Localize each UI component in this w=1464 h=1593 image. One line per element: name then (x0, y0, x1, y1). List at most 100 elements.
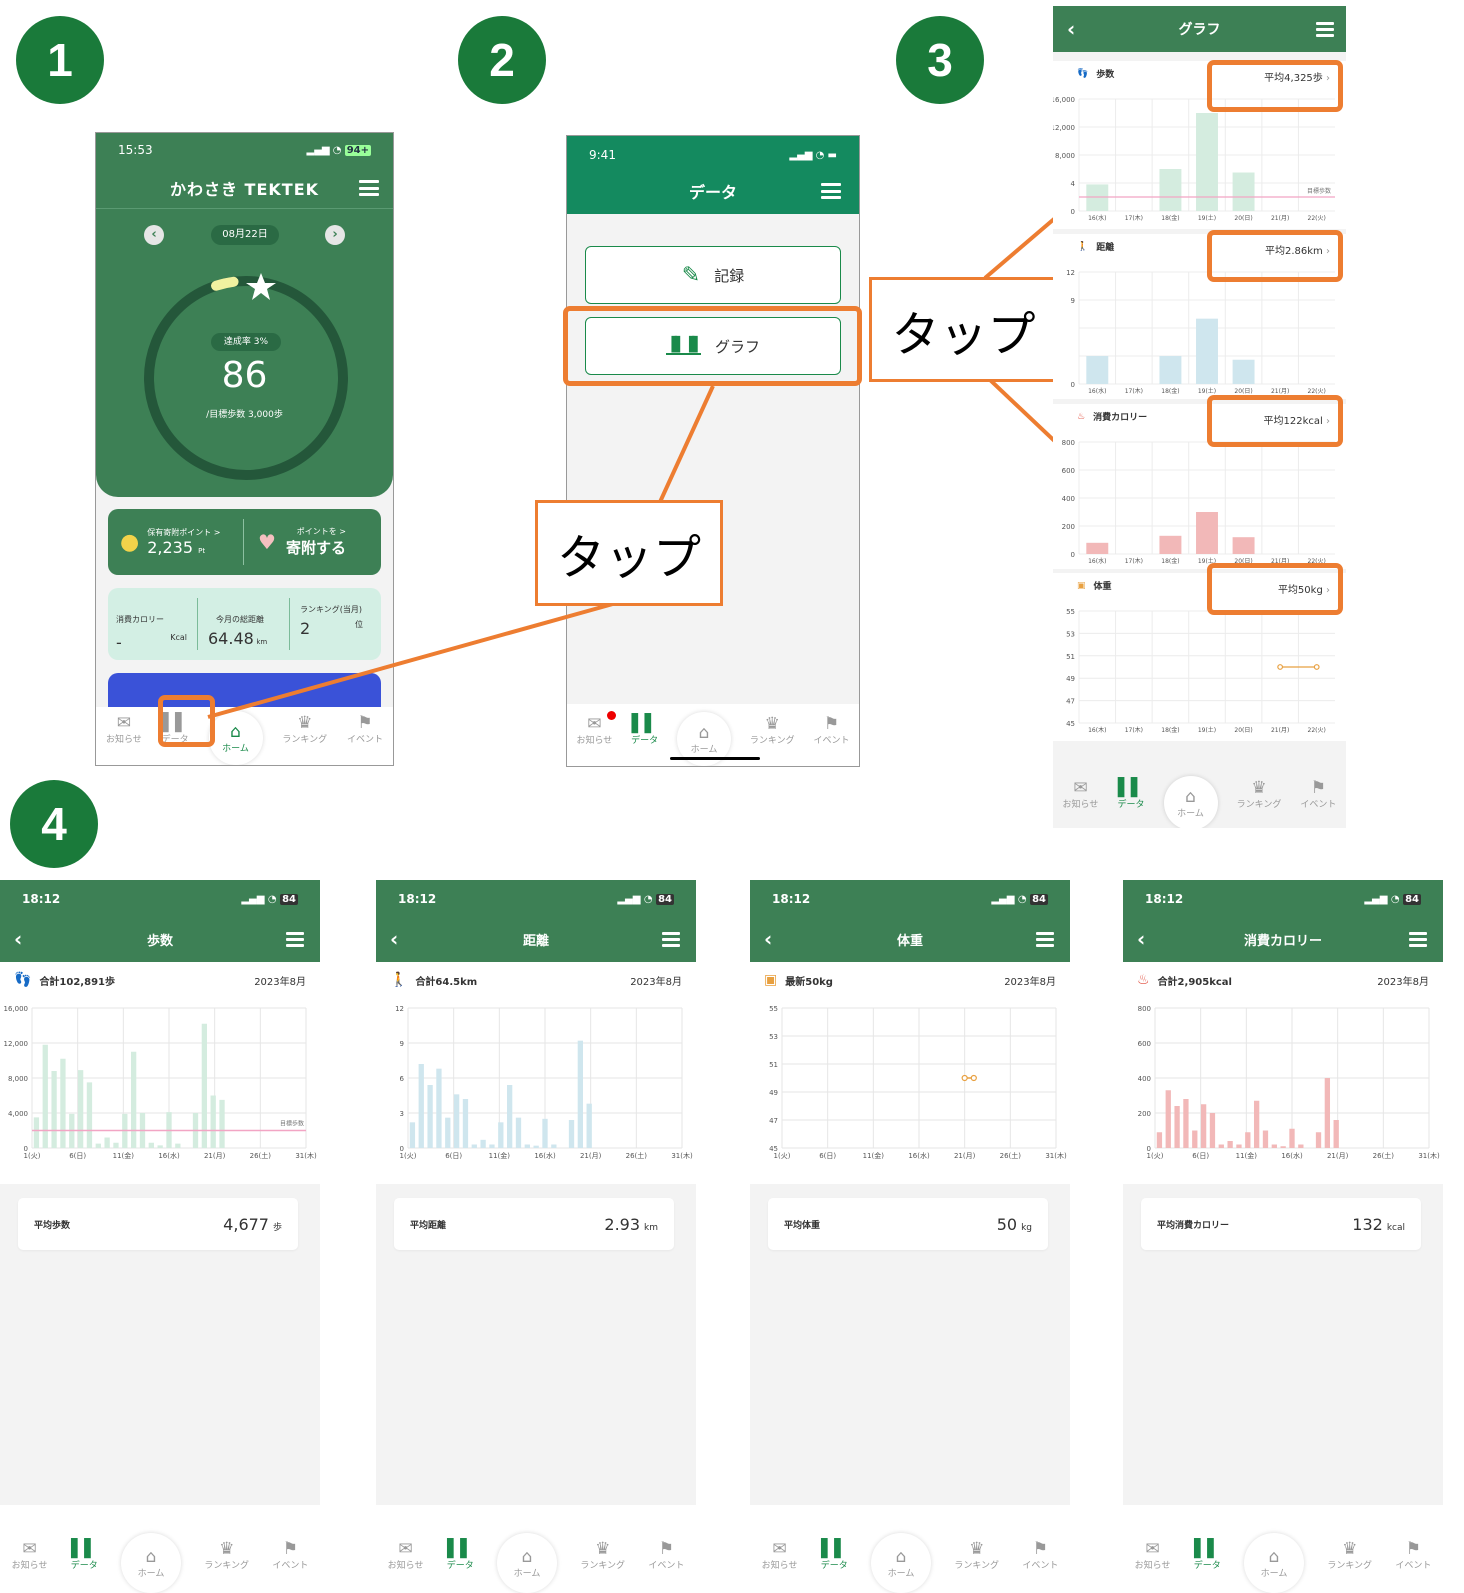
data-bar (1236, 1144, 1242, 1148)
x-tick-label: 31(木) (1045, 1151, 1067, 1160)
nav-event[interactable]: ⚑ イベント (1300, 779, 1336, 810)
nav-news[interactable]: ✉ お知らせ (388, 1540, 424, 1571)
nav-ranking[interactable]: ♛ ランキング (204, 1540, 249, 1571)
nav-home[interactable]: ⌂ ホーム (871, 1533, 932, 1593)
nav-event-label: イベント (1395, 1561, 1432, 1571)
back-icon[interactable]: ‹ (390, 927, 398, 951)
data-bar (1183, 1099, 1189, 1148)
x-tick-label: 17(木) (1125, 387, 1143, 395)
y-tick-label: 8,000 (8, 1075, 28, 1083)
x-tick-label: 16(木) (1088, 726, 1106, 734)
menu-icon[interactable] (1036, 931, 1054, 947)
x-tick-label: 18(金) (1161, 387, 1179, 395)
trophy-icon: ♛ (219, 1539, 235, 1559)
x-tick-label: 18(金) (1161, 214, 1179, 222)
y-tick-label: 0 (1071, 381, 1075, 389)
status-time: 18:12 (22, 892, 61, 906)
data-bar (175, 1143, 181, 1148)
nav-event[interactable]: ⚑ イベント (648, 1540, 684, 1571)
x-tick-label: 18(金) (1161, 726, 1179, 734)
data-bar (418, 1064, 424, 1148)
nav-event[interactable]: ⚑ イベント (272, 1540, 308, 1571)
nav-data[interactable]: ▌▌ データ (71, 1540, 98, 1571)
x-tick-label: 6(日) (69, 1152, 86, 1160)
mail-icon: ✉ (1073, 778, 1088, 798)
x-tick-label: 31(木) (671, 1151, 693, 1160)
highlight-calorie-avg (1207, 395, 1343, 447)
avg-value: 132 (1352, 1214, 1383, 1234)
back-icon[interactable]: ‹ (1137, 927, 1145, 951)
x-tick-label: 18(金) (1161, 557, 1179, 565)
nav-event[interactable]: ⚑ イベント (1395, 1540, 1431, 1571)
nav-ranking-label: ランキング (204, 1561, 250, 1571)
mail-icon: ✉ (22, 1539, 37, 1559)
detail-chart-panel: 👣 合計102,891歩 2023年8月 16,000 12,000 8,000 4,0… (0, 962, 320, 1184)
y-tick-label: 8,000 (1055, 152, 1075, 160)
nav-news-label: お知らせ (11, 1561, 48, 1571)
x-tick-label: 22(火) (1308, 727, 1326, 734)
nav-event-label: イベント (648, 1561, 685, 1571)
avg-unit: kcal (1386, 1222, 1405, 1233)
y-tick-label: 53 (1066, 630, 1075, 638)
nav-ranking[interactable]: ♛ ランキング (1237, 779, 1282, 810)
month-label[interactable]: 2023年8月 (630, 973, 682, 988)
data-bar (1192, 1130, 1198, 1148)
menu-icon[interactable] (662, 931, 680, 947)
nav-data[interactable]: ▌▌ データ (821, 1540, 848, 1571)
avg-value: 50 (996, 1214, 1018, 1234)
y-tick-label: 400 (1138, 1075, 1151, 1083)
nav-home[interactable]: ⌂ ホーム (1163, 776, 1218, 828)
nav-news-label: お知らせ (387, 1561, 424, 1571)
status-time: 18:12 (772, 892, 811, 906)
nav-news[interactable]: ✉ お知らせ (1063, 779, 1099, 810)
detail-chart-panel: ▣ 最新50kg 2023年8月 55 53 51 49 47 45 1(火) 6(日) 11(金… (750, 962, 1070, 1184)
data-bar (42, 1044, 48, 1148)
data-bar (219, 1099, 225, 1148)
menu-icon[interactable] (1316, 21, 1334, 37)
nav-ranking[interactable]: ♛ ランキング (580, 1540, 625, 1571)
nav-news[interactable]: ✉ お知らせ (12, 1540, 48, 1571)
nav-home[interactable]: ⌂ ホーム (121, 1533, 182, 1593)
bar-chart-icon: ▌▌ (821, 1539, 848, 1559)
data-bar (1086, 184, 1109, 211)
menu-icon[interactable] (286, 931, 304, 947)
x-tick-label: 21(月) (204, 1152, 226, 1160)
x-tick-label: 16(水) (908, 1151, 930, 1160)
nav-data[interactable]: ▌▌ データ (1117, 779, 1144, 810)
nav-data[interactable]: ▌▌ データ (1194, 1540, 1221, 1571)
nav-home[interactable]: ⌂ ホーム (497, 1533, 558, 1593)
back-icon[interactable]: ‹ (1067, 17, 1075, 41)
nav-news[interactable]: ✉ お知らせ (1135, 1540, 1171, 1571)
data-bar (1165, 1090, 1171, 1148)
data-bar (506, 1085, 513, 1148)
nav-ranking[interactable]: ♛ ランキング (954, 1540, 999, 1571)
menu-icon[interactable] (1409, 931, 1427, 947)
data-bar (1232, 537, 1255, 554)
nav-data[interactable]: ▌▌ データ (447, 1540, 474, 1571)
calorie-panel-title: 消費カロリー (1093, 413, 1148, 423)
back-icon[interactable]: ‹ (14, 927, 22, 951)
x-tick-label: 21(月) (1271, 727, 1289, 734)
month-label[interactable]: 2023年8月 (254, 973, 306, 988)
tap-callout-1: タップ (535, 500, 723, 606)
page-title: グラフ (1178, 22, 1221, 38)
data-bar (60, 1058, 66, 1148)
home-icon: ⌂ (521, 1546, 533, 1567)
nav-home[interactable]: ⌂ ホーム (1244, 1533, 1305, 1593)
x-tick-label: 19(土) (1198, 214, 1216, 222)
back-icon[interactable]: ‹ (764, 927, 772, 951)
nav-news[interactable]: ✉ お知らせ (762, 1540, 798, 1571)
data-bar (1218, 1144, 1224, 1148)
flame-icon: ♨ (1137, 972, 1150, 988)
home-icon: ⌂ (145, 1546, 157, 1567)
nav-event[interactable]: ⚑ イベント (1022, 1540, 1058, 1571)
mail-icon: ✉ (772, 1539, 787, 1559)
nav-ranking-label: ランキング (954, 1561, 1000, 1571)
x-tick-label: 11(金) (863, 1151, 885, 1160)
month-label[interactable]: 2023年8月 (1004, 973, 1056, 988)
month-label[interactable]: 2023年8月 (1377, 973, 1429, 988)
status-time: 18:12 (1145, 892, 1184, 906)
data-bar (1289, 1128, 1295, 1148)
y-tick-label: 47 (1066, 698, 1075, 706)
nav-ranking[interactable]: ♛ ランキング (1327, 1540, 1372, 1571)
